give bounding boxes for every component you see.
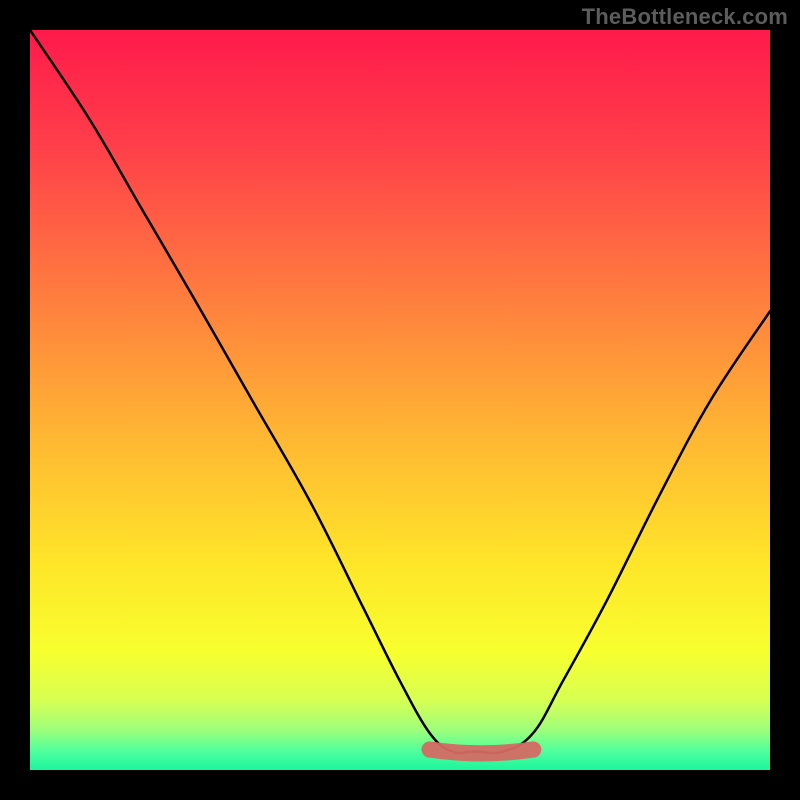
curve-layer (30, 30, 770, 770)
outer-frame: TheBottleneck.com (0, 0, 800, 800)
plot-area (30, 30, 770, 770)
valley-marker (430, 750, 534, 754)
watermark-text: TheBottleneck.com (582, 4, 788, 30)
bottleneck-curve (30, 30, 770, 753)
